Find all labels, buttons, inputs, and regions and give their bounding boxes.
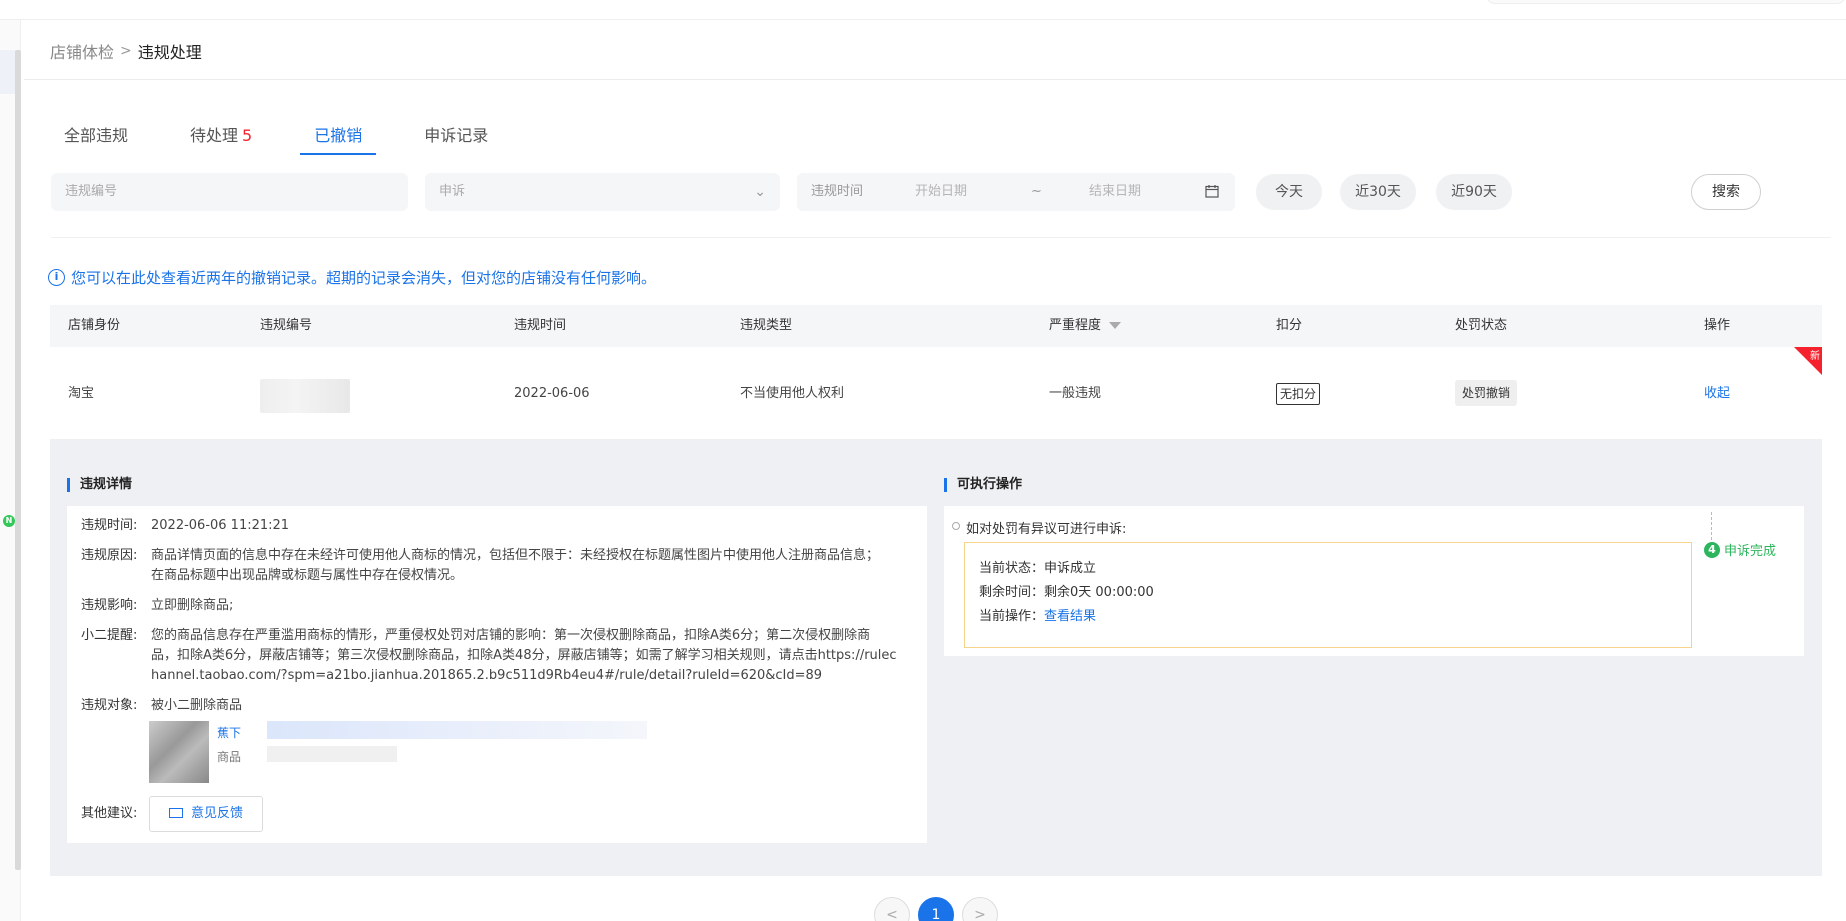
- status-badge: 处罚撤销: [1455, 380, 1518, 406]
- new-badge-label: 新: [1810, 351, 1820, 362]
- cell-identity: 淘宝: [68, 386, 95, 401]
- breadcrumb: 店铺体检 > 违规处理: [50, 39, 202, 63]
- info-icon: i: [48, 269, 65, 286]
- breadcrumb-parent[interactable]: 店铺体检: [50, 39, 114, 63]
- timeline-dot-icon: [952, 522, 960, 530]
- date-range-separator: ~: [1031, 184, 1042, 199]
- today-chip[interactable]: 今天: [1256, 174, 1322, 210]
- notice-text: 您可以在此处查看近两年的撤销记录。超期的记录会消失，但对您的店铺没有任何影响。: [71, 269, 657, 287]
- last-30-days-chip[interactable]: 近30天: [1340, 174, 1416, 210]
- col-violation-id: 违规编号: [260, 318, 313, 333]
- next-page-button[interactable]: >: [962, 897, 998, 921]
- detail-target-row: 违规对象: 被小二删除商品: [81, 698, 243, 713]
- detail-time-row: 违规时间: 2022-06-06 11:21:21: [81, 518, 290, 533]
- col-status: 处罚状态: [1455, 318, 1508, 333]
- breadcrumb-current: 违规处理: [137, 43, 202, 62]
- deduction-tag: 无扣分: [1276, 383, 1321, 405]
- tab-bar: 全部违规 待处理 5 已撤销 申诉记录: [50, 110, 536, 155]
- product-thumbnail[interactable]: [149, 721, 209, 783]
- tab-all-violations[interactable]: 全部违规: [50, 110, 142, 155]
- detail-tip-row: 小二提醒: 您的商品信息存在严重滥用商标的情形，严重侵权处罚对店铺的影响：第一次侵…: [81, 628, 897, 683]
- date-range-label: 违规时间: [811, 184, 864, 199]
- product-subtitle: 商品: [217, 750, 242, 764]
- col-violation-time: 违规时间: [514, 318, 567, 333]
- pagination: < 1 >: [874, 897, 998, 921]
- feedback-button[interactable]: 意见反馈: [149, 796, 263, 832]
- detail-card: 违规时间: 2022-06-06 11:21:21 违规原因: 商品详情页面的信息中…: [67, 506, 927, 843]
- col-violation-type: 违规类型: [740, 318, 793, 333]
- mail-icon: [168, 808, 183, 818]
- filter-bar: 违规编号 申诉 ⌄ 违规时间 开始日期 ~ 结束日期 今天 近30天 近90天 …: [51, 173, 1831, 211]
- detail-section-title: 违规详情: [67, 478, 132, 492]
- left-rail-scrollbar[interactable]: [15, 50, 21, 870]
- chevron-down-icon: ⌄: [754, 184, 766, 200]
- cell-violation-id-redacted: [260, 379, 350, 413]
- appeal-prompt: 如对处罚有异议可进行申诉:: [966, 522, 1127, 537]
- step-number-icon: 4: [1704, 541, 1720, 558]
- appeal-complete-step: 4 申诉完成: [1704, 540, 1776, 559]
- header-divider: [24, 79, 1846, 80]
- col-deduction: 扣分: [1276, 318, 1303, 333]
- revoke-notice: i 您可以在此处查看近两年的撤销记录。超期的记录会消失，但对您的店铺没有任何影响…: [48, 267, 656, 288]
- start-date-input[interactable]: 开始日期: [915, 173, 1031, 211]
- filter-icon[interactable]: [1109, 322, 1122, 329]
- appeal-status-box: 当前状态：申诉成立 剩余时间：剩余0天 00:00:00 当前操作：查看结果: [964, 542, 1692, 648]
- end-date-input[interactable]: 结束日期: [1089, 173, 1213, 211]
- appeal-select-value: 申诉: [439, 184, 466, 199]
- search-button[interactable]: 搜索: [1691, 174, 1761, 210]
- table-header: 店铺身份 违规编号 违规时间 违规类型 严重程度 扣分 处罚状态 操作: [50, 305, 1822, 347]
- appeal-remaining-line: 剩余时间：剩余0天 00:00:00: [979, 585, 1154, 600]
- view-result-link[interactable]: 查看结果: [1044, 609, 1096, 624]
- calendar-icon[interactable]: [1205, 184, 1219, 198]
- appeal-status-line: 当前状态：申诉成立: [979, 561, 1097, 576]
- tab-appeal-records[interactable]: 申诉记录: [410, 110, 502, 155]
- detail-other-row: 其他建议:: [81, 806, 138, 821]
- cell-time: 2022-06-06: [514, 386, 590, 401]
- product-title-link[interactable]: 蕉下: [217, 724, 241, 741]
- pending-count-badge: 5: [242, 126, 253, 145]
- date-range-picker[interactable]: 违规时间 开始日期 ~ 结束日期: [797, 173, 1235, 211]
- left-rail-active-item[interactable]: [0, 50, 15, 94]
- appeal-operation-line: 当前操作：查看结果: [979, 609, 1097, 624]
- product-meta-redacted: [267, 746, 397, 762]
- top-search-pill[interactable]: [1486, 0, 1846, 4]
- cell-type: 不当使用他人权利: [740, 386, 845, 401]
- detail-reason-row: 违规原因: 商品详情页面的信息中存在未经许可使用他人商标的情况，包括但不限于：未经…: [81, 548, 880, 583]
- product-title-redacted: [267, 721, 647, 739]
- top-bar: [0, 0, 1846, 20]
- tab-revoked[interactable]: 已撤销: [300, 110, 377, 155]
- step-connector: [1711, 512, 1712, 540]
- left-rail: N: [0, 20, 21, 921]
- breadcrumb-separator-icon: >: [120, 43, 132, 59]
- last-90-days-chip[interactable]: 近90天: [1436, 174, 1512, 210]
- collapse-link[interactable]: 收起: [1704, 347, 1730, 440]
- tab-pending[interactable]: 待处理 5: [176, 110, 266, 155]
- actions-card: 如对处罚有异议可进行申诉: 当前状态：申诉成立 剩余时间：剩余0天 00:00:…: [944, 506, 1804, 656]
- expanded-detail-panel: 违规详情 可执行操作 违规时间: 2022-06-06 11:21:21 违规原因…: [50, 440, 1822, 876]
- col-identity: 店铺身份: [68, 318, 121, 333]
- step-label: 申诉完成: [1724, 544, 1777, 559]
- page-1-button[interactable]: 1: [918, 897, 954, 921]
- actions-section-title: 可执行操作: [944, 478, 1022, 492]
- filter-divider: [51, 237, 1831, 238]
- notification-dot-icon[interactable]: N: [3, 515, 15, 527]
- col-action: 操作: [1704, 318, 1731, 333]
- col-severity[interactable]: 严重程度: [1049, 305, 1122, 347]
- table-row: 淘宝 2022-06-06 不当使用他人权利 一般违规 无扣分 处罚撤销 收起 …: [50, 347, 1822, 440]
- violation-id-input[interactable]: 违规编号: [51, 173, 408, 211]
- cell-severity: 一般违规: [1049, 386, 1102, 401]
- detail-impact-row: 违规影响: 立即删除商品;: [81, 598, 234, 613]
- prev-page-button[interactable]: <: [874, 897, 910, 921]
- appeal-select[interactable]: 申诉 ⌄: [425, 173, 780, 211]
- violation-table: 店铺身份 违规编号 违规时间 违规类型 严重程度 扣分 处罚状态 操作 淘宝 2…: [50, 305, 1822, 440]
